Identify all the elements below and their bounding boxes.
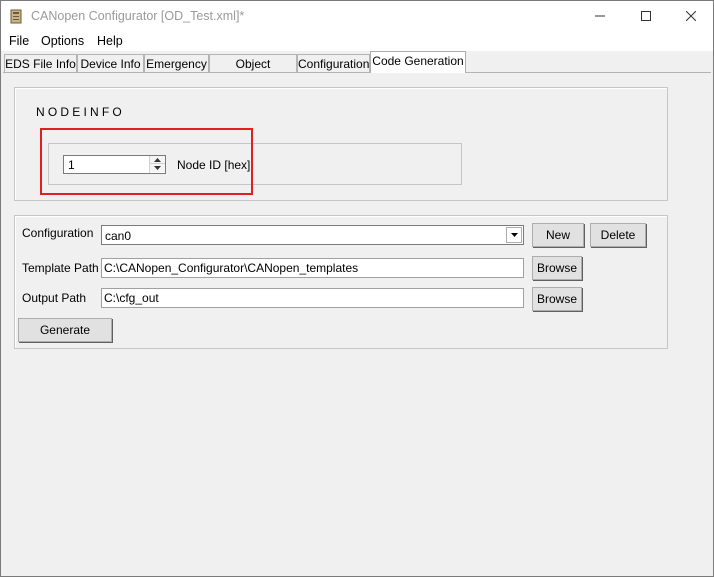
output-browse-button[interactable]: Browse: [532, 287, 582, 311]
dropdown-arrow-button[interactable]: [506, 227, 522, 243]
code-generation-panel: NODEINFO 1 Node ID [hex] Configuration c: [3, 73, 711, 576]
tab-object-directory[interactable]: Object Directory: [209, 54, 297, 85]
template-path-field[interactable]: [101, 258, 524, 278]
tab-eds-file-info[interactable]: EDS File Info: [4, 54, 77, 73]
delete-button[interactable]: Delete: [590, 223, 646, 247]
tab-configuration[interactable]: Configuration: [297, 54, 370, 73]
window-title: CANopen Configurator [OD_Test.xml]*: [31, 9, 245, 23]
output-path-label: Output Path: [22, 291, 87, 305]
menu-options[interactable]: Options: [41, 34, 84, 48]
menu-help[interactable]: Help: [97, 34, 123, 48]
template-browse-button[interactable]: Browse: [532, 256, 582, 280]
title-bar: CANopen Configurator [OD_Test.xml]*: [1, 1, 713, 31]
minimize-button[interactable]: [577, 1, 623, 31]
configuration-label: Configuration: [22, 226, 94, 240]
menu-bar: File Options Help: [1, 31, 713, 51]
configuration-dropdown[interactable]: can0: [101, 225, 524, 245]
minimize-icon: [595, 15, 605, 17]
template-path-input[interactable]: [102, 259, 523, 277]
nodeinfo-group-label: NODEINFO: [36, 105, 125, 119]
generate-button[interactable]: Generate: [18, 318, 112, 342]
new-button[interactable]: New: [532, 223, 584, 247]
output-path-input[interactable]: [102, 289, 523, 307]
configuration-group: Configuration can0 New Delete Template P…: [14, 215, 668, 349]
app-icon: [10, 9, 22, 24]
close-icon: [686, 11, 696, 21]
tab-code-generation[interactable]: Code Generation: [370, 51, 466, 73]
configuration-value: can0: [105, 229, 132, 243]
chevron-down-icon: [510, 233, 518, 237]
tab-emergency[interactable]: Emergency: [144, 54, 209, 73]
template-path-label: Template Path: [22, 261, 99, 275]
output-path-field[interactable]: [101, 288, 524, 308]
app-window: CANopen Configurator [OD_Test.xml]* File…: [0, 0, 714, 577]
maximize-button[interactable]: [623, 1, 669, 31]
tab-device-info[interactable]: Device Info: [77, 54, 144, 73]
close-button[interactable]: [668, 1, 714, 31]
menu-file[interactable]: File: [9, 34, 29, 48]
maximize-icon: [641, 11, 651, 21]
red-highlight-box: [40, 128, 253, 195]
